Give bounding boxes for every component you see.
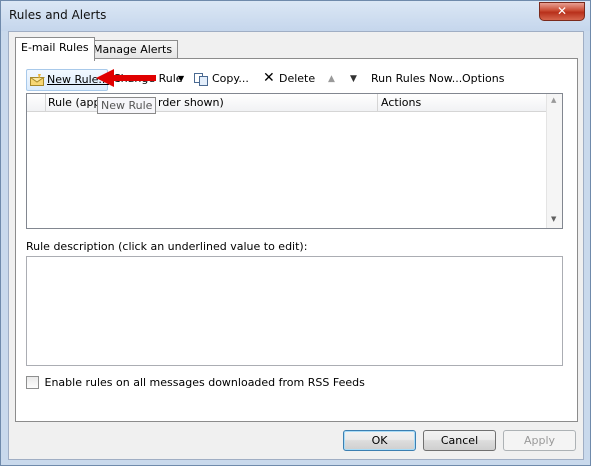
- apply-button[interactable]: Apply: [503, 430, 576, 451]
- column-separator: [377, 94, 378, 111]
- red-arrow-icon: [96, 69, 156, 87]
- ok-button[interactable]: OK: [343, 430, 416, 451]
- rule-description-label: Rule description (click an underlined va…: [26, 240, 308, 253]
- title-bar: Rules and Alerts ✕: [1, 1, 590, 31]
- tab-email-rules[interactable]: E-mail Rules: [15, 37, 95, 61]
- tab-manage-alerts-label: Manage Alerts: [93, 43, 173, 56]
- rss-rules-checkbox[interactable]: [26, 376, 39, 389]
- close-button[interactable]: ✕: [539, 2, 585, 21]
- dialog-client-area: E-mail Rules Manage Alerts New Rule... C…: [8, 31, 584, 460]
- column-separator: [45, 94, 46, 111]
- delete-label: Delete: [279, 72, 316, 85]
- options-button[interactable]: Options: [462, 69, 506, 91]
- rss-rules-option[interactable]: Enable rules on all messages downloaded …: [26, 376, 365, 389]
- arrow-up-icon: ▲: [328, 74, 335, 84]
- cancel-button[interactable]: Cancel: [423, 430, 496, 451]
- column-header-rule[interactable]: Rule (appl rder shown): [48, 96, 224, 109]
- column-header-rule-left: Rule (appl: [48, 96, 104, 109]
- tab-email-rules-label: E-mail Rules: [21, 41, 89, 54]
- options-label: Options: [462, 72, 505, 85]
- scroll-up-icon[interactable]: ▲: [551, 96, 556, 104]
- new-rule-icon: [30, 74, 45, 86]
- column-header-actions[interactable]: Actions: [381, 96, 421, 109]
- move-down-button[interactable]: ▼: [350, 69, 364, 91]
- rss-rules-label: Enable rules on all messages downloaded …: [44, 376, 365, 389]
- copy-label: Copy...: [212, 72, 249, 85]
- rules-list-scrollbar[interactable]: ▲ ▼: [546, 94, 562, 228]
- tab-manage-alerts[interactable]: Manage Alerts: [87, 40, 179, 59]
- rule-description-box[interactable]: [26, 256, 563, 366]
- move-up-button[interactable]: ▲: [328, 69, 342, 91]
- copy-rule-button[interactable]: Copy...: [194, 69, 256, 91]
- window-title: Rules and Alerts: [9, 8, 107, 22]
- chevron-down-icon: ▼: [178, 74, 185, 83]
- delete-icon: ✕: [263, 70, 275, 86]
- scroll-down-icon[interactable]: ▼: [551, 215, 556, 223]
- run-rules-now-button[interactable]: Run Rules Now...: [371, 69, 463, 91]
- arrow-down-icon: ▼: [350, 74, 357, 84]
- delete-rule-button[interactable]: ✕ Delete: [261, 69, 317, 91]
- run-rules-now-label: Run Rules Now...: [371, 72, 463, 85]
- rules-and-alerts-dialog: Rules and Alerts ✕ E-mail Rules Manage A…: [0, 0, 591, 466]
- copy-icon: [194, 73, 208, 86]
- column-header-rule-right: rder shown): [158, 96, 224, 109]
- new-rule-tooltip: New Rule: [97, 97, 157, 114]
